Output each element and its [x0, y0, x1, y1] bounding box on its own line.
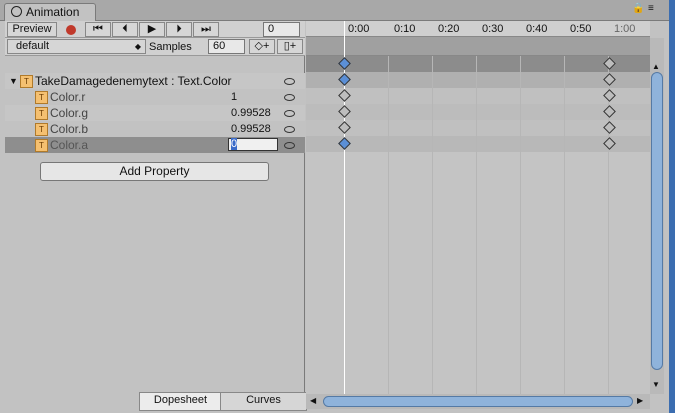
last-key-button[interactable]: ⏭: [193, 22, 219, 37]
property-name: Color.b: [50, 122, 89, 136]
clip-toolbar: default ◆ Samples 60 ◇+ ▯+: [5, 38, 305, 56]
eye-icon[interactable]: [284, 126, 295, 133]
text-component-icon: T: [35, 107, 48, 120]
grid-line: [476, 56, 477, 396]
property-row[interactable]: T Color.g 0.99528: [5, 105, 305, 121]
tab-curves[interactable]: Curves: [220, 392, 307, 411]
eye-icon[interactable]: [284, 78, 295, 85]
first-key-button[interactable]: ⏮: [85, 22, 111, 37]
tick-label: 0:00: [348, 23, 370, 35]
tick-label: 0:20: [438, 23, 460, 35]
property-name: Color.g: [50, 106, 89, 120]
scroll-down-icon[interactable]: ▼: [652, 380, 660, 389]
view-mode-tabs: Dopesheet Curves: [139, 392, 307, 411]
scroll-up-icon[interactable]: ▲: [652, 62, 660, 71]
prev-key-icon: ⏴: [122, 23, 128, 35]
horizontal-scroll-thumb[interactable]: [323, 396, 633, 407]
property-group-name: TakeDamagedenemytext : Text.Color: [35, 74, 232, 88]
text-component-icon: T: [35, 123, 48, 136]
property-value[interactable]: 0.99528: [231, 105, 271, 121]
dopesheet-panel[interactable]: 0:00 0:10 0:20 0:30 0:40 0:50 1:00: [306, 21, 650, 409]
property-name: Color.a: [50, 138, 89, 152]
clip-name: default: [16, 40, 50, 52]
eye-icon[interactable]: [284, 142, 295, 149]
window-tab-bar: Animation 🔒 ≡: [0, 0, 669, 22]
tick-label: 1:00: [614, 23, 636, 35]
lock-icon[interactable]: 🔒: [632, 3, 644, 14]
property-row[interactable]: T Color.r 1: [5, 89, 305, 105]
tab-title: Animation: [26, 5, 80, 19]
first-key-icon: ⏮: [93, 23, 103, 35]
property-value-field[interactable]: 0: [228, 138, 278, 151]
text-component-icon: T: [35, 139, 48, 152]
property-group-row[interactable]: ▼ T TakeDamagedenemytext : Text.Color: [5, 73, 305, 89]
samples-field[interactable]: 60: [208, 39, 245, 54]
scroll-left-icon[interactable]: ◀: [310, 396, 316, 405]
tab-animation[interactable]: Animation: [4, 3, 96, 22]
property-value[interactable]: 0.99528: [231, 121, 271, 137]
time-ruler[interactable]: 0:00 0:10 0:20 0:30 0:40 0:50 1:00: [306, 21, 650, 37]
preview-button[interactable]: Preview: [7, 22, 57, 37]
eye-icon[interactable]: [284, 110, 295, 117]
add-keyframe-button[interactable]: ◇+: [249, 39, 275, 54]
next-key-button[interactable]: ⏵: [166, 22, 192, 37]
tick-label: 0:40: [526, 23, 548, 35]
tick-label: 0:50: [570, 23, 592, 35]
text-component-icon: T: [20, 75, 33, 88]
add-property-button[interactable]: Add Property: [40, 162, 269, 181]
menu-icon[interactable]: ≡: [648, 3, 654, 14]
play-button[interactable]: ▶: [139, 22, 165, 37]
foldout-arrow-icon[interactable]: ▼: [9, 73, 18, 89]
add-keyframe-icon: ◇+: [254, 40, 270, 52]
vertical-scroll-thumb[interactable]: [651, 72, 663, 370]
property-row-selected[interactable]: T Color.a 0: [5, 137, 305, 153]
samples-label: Samples: [149, 41, 192, 53]
scroll-right-icon[interactable]: ▶: [637, 396, 643, 405]
record-icon[interactable]: [66, 25, 76, 35]
dopesheet-row[interactable]: [306, 104, 650, 120]
grid-line: [432, 56, 433, 396]
property-row[interactable]: T Color.b 0.99528: [5, 121, 305, 137]
dopesheet-row-summary[interactable]: [306, 56, 650, 72]
dropdown-arrow-icon: ◆: [134, 42, 141, 51]
dopesheet-row-group[interactable]: [306, 72, 650, 88]
clip-dropdown[interactable]: default ◆: [7, 39, 146, 54]
playback-toolbar: Preview ⏮ ⏴ ▶ ⏵ ⏭ 0: [5, 21, 305, 38]
last-key-icon: ⏭: [201, 23, 211, 35]
grid-line: [564, 56, 565, 396]
tab-dopesheet[interactable]: Dopesheet: [139, 392, 222, 411]
text-component-icon: T: [35, 91, 48, 104]
add-event-icon: ▯+: [283, 40, 297, 52]
grid-line: [388, 56, 389, 396]
property-name: Color.r: [50, 90, 86, 104]
prev-key-button[interactable]: ⏴: [112, 22, 138, 37]
frame-field[interactable]: 0: [263, 22, 300, 37]
next-key-icon: ⏵: [176, 23, 182, 35]
tick-label: 0:30: [482, 23, 504, 35]
events-track[interactable]: [306, 37, 650, 56]
dopesheet-row[interactable]: [306, 88, 650, 104]
grid-line: [520, 56, 521, 396]
play-icon: ▶: [147, 23, 157, 35]
add-event-button[interactable]: ▯+: [277, 39, 303, 54]
properties-panel: Preview ⏮ ⏴ ▶ ⏵ ⏭ 0 default ◆ Samples 60…: [5, 21, 307, 411]
tick-label: 0:10: [394, 23, 416, 35]
clock-icon: [11, 6, 22, 17]
property-value: 0: [231, 138, 238, 150]
property-value[interactable]: 1: [231, 89, 237, 105]
dopesheet-row[interactable]: [306, 136, 650, 152]
dopesheet-row[interactable]: [306, 120, 650, 136]
eye-icon[interactable]: [284, 94, 295, 101]
